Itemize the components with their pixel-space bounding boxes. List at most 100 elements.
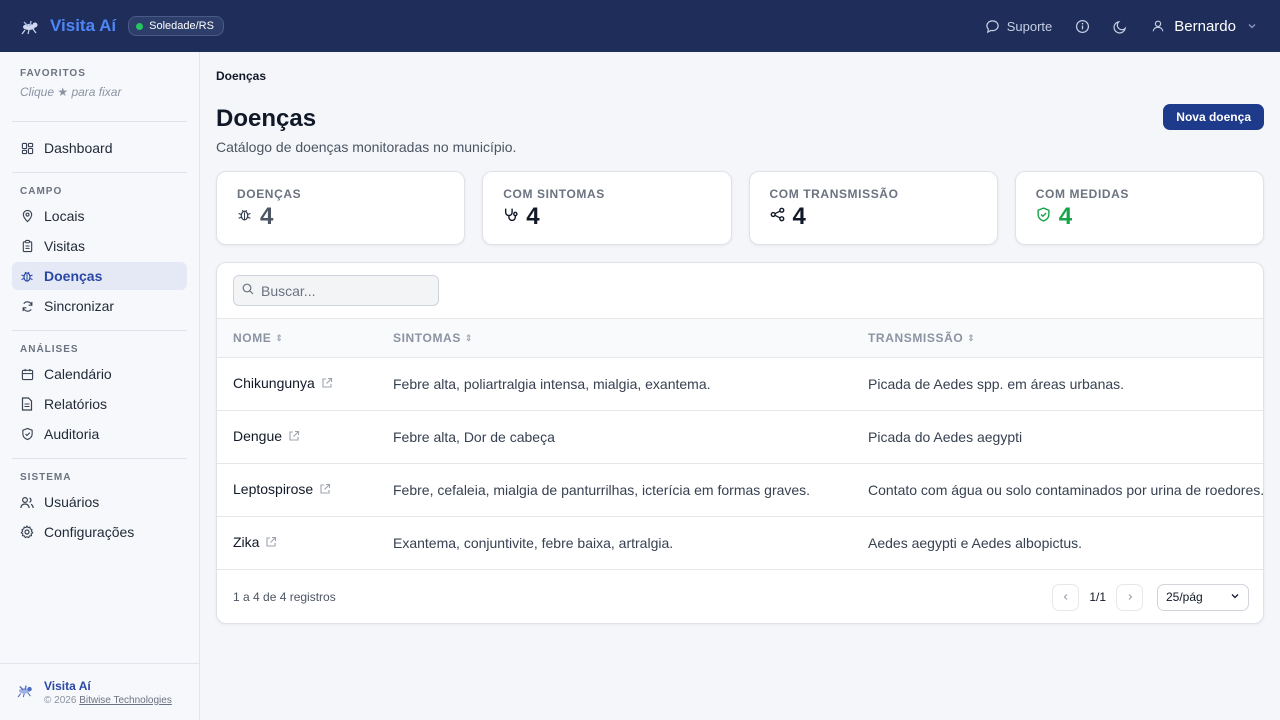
sidebar-item-usuarios[interactable]: Usuários <box>12 488 187 516</box>
map-pin-icon <box>20 209 34 223</box>
sidebar-item-label: Relatórios <box>44 396 108 412</box>
diseases-table-card: NOME⇕ SINTOMAS⇕ TRANSMISSÃO⇕ Chikungunya… <box>216 262 1264 624</box>
per-page-select[interactable]: 25/pág <box>1157 583 1249 611</box>
section-label-sistema: SISTEMA <box>20 472 72 483</box>
mosquito-logo-icon <box>20 15 42 37</box>
calendar-icon <box>20 367 34 381</box>
chevron-right-icon <box>1128 594 1132 600</box>
diseases-table: NOME ⇕ SINTOMAS ⇕ TRANSMISSÃO ⇕ Chikungunya… <box>217 319 1263 570</box>
brand[interactable]: Visita Aí Soledade/RS <box>20 15 224 37</box>
grid-icon <box>20 141 34 155</box>
sidebar-item-label: Dashboard <box>44 140 113 156</box>
external-link-icon[interactable] <box>265 535 277 551</box>
page-title: Doenças <box>216 105 317 132</box>
user-menu[interactable]: Bernardo <box>1150 18 1260 35</box>
users-icon <box>20 495 34 509</box>
chevron-down-icon <box>1230 590 1240 604</box>
search-icon <box>242 282 254 300</box>
chat-bubble-icon <box>985 18 1001 34</box>
sort-icon: ⇕ <box>967 333 976 344</box>
stats-row: DOENÇAS 4 COM SINTOMAS 4 COM TRANSMISSÃO <box>216 171 1264 245</box>
sidebar-divider <box>12 330 187 331</box>
sidebar-item-dashboard[interactable]: Dashboard <box>12 134 187 162</box>
chevron-left-icon <box>1063 594 1068 600</box>
external-link-icon[interactable] <box>321 376 333 392</box>
column-label: TRANSMISSÃO <box>868 330 964 345</box>
search-input[interactable] <box>261 282 431 299</box>
breadcrumb[interactable]: Doenças <box>216 69 1264 83</box>
table-row[interactable]: Dengue Febre alta, Dor de cabeça Picada … <box>217 410 1263 464</box>
bug-icon <box>237 207 252 227</box>
moon-icon[interactable] <box>1112 18 1128 34</box>
disease-name-cell[interactable]: Chikungunya <box>217 357 377 411</box>
sidebar-item-configuracoes[interactable]: Configurações <box>12 518 187 546</box>
next-page-button[interactable] <box>1116 583 1143 611</box>
sidebar: FAVORITOS Clique ★ para fixar Dashboard … <box>0 52 200 720</box>
user-icon <box>1150 18 1166 34</box>
column-header-sintomas[interactable]: SINTOMAS ⇕ <box>377 319 852 358</box>
copyright-text: © 2026 <box>44 694 77 706</box>
table-row[interactable]: Leptospirose Febre, cefaleia, mialgia de… <box>217 463 1263 517</box>
clipboard-icon <box>20 239 34 253</box>
page-indicator: 1/1 <box>1089 590 1106 604</box>
stat-card-com-transmissao: COM TRANSMISSÃO 4 <box>748 171 998 245</box>
sidebar-divider <box>12 172 187 173</box>
favorites-hint: Clique ★ para fixar <box>20 85 122 99</box>
record-count: 1 a 4 de 4 registros <box>233 590 336 604</box>
sidebar-item-label: Visitas <box>44 238 85 254</box>
table-row[interactable]: Zika Exantema, conjuntivite, febre baixa… <box>217 516 1263 570</box>
stat-label: COM MEDIDAS <box>1035 187 1130 201</box>
online-status-dot <box>136 22 144 30</box>
main-content: Doenças Doenças Nova doença Catálogo de … <box>216 52 1264 624</box>
user-name: Bernardo <box>1174 17 1236 35</box>
search-box[interactable] <box>233 275 439 306</box>
column-header-nome[interactable]: NOME ⇕ <box>217 319 377 358</box>
page-subtitle: Catálogo de doenças monitoradas no munic… <box>216 139 517 155</box>
sidebar-item-label: Sincronizar <box>44 298 115 314</box>
stat-label: COM TRANSMISSÃO <box>769 187 899 201</box>
sidebar-item-label: Calendário <box>44 366 112 382</box>
favorites-label: FAVORITOS <box>20 68 86 79</box>
sidebar-footer: Visita Aí © 2026 Bitwise Technologies <box>0 663 199 720</box>
disease-name-cell[interactable]: Leptospirose <box>217 463 377 517</box>
sidebar-item-label: Configurações <box>44 524 135 540</box>
transmission-cell: Contato com água ou solo contaminados po… <box>852 463 1263 517</box>
chevron-down-icon <box>1244 18 1260 34</box>
external-link-icon[interactable] <box>319 482 331 498</box>
new-disease-button[interactable]: Nova doença <box>1163 104 1264 130</box>
disease-name: Dengue <box>233 428 283 444</box>
sidebar-item-doencas[interactable]: Doenças <box>12 262 187 290</box>
sidebar-item-locais[interactable]: Locais <box>12 202 187 230</box>
city-badge[interactable]: Soledade/RS <box>128 16 224 36</box>
transmission-cell: Picada do Aedes aegypti <box>852 410 1263 464</box>
stat-label: COM SINTOMAS <box>503 187 605 201</box>
share-icon <box>770 207 785 227</box>
disease-name-cell[interactable]: Dengue <box>217 410 377 464</box>
support-link[interactable]: Suporte <box>985 18 1052 34</box>
app-name: Visita Aí <box>50 16 117 35</box>
column-label: SINTOMAS <box>393 330 461 345</box>
sidebar-item-label: Locais <box>44 208 85 224</box>
table-row[interactable]: Chikungunya Febre alta, poliartralgia in… <box>217 357 1263 411</box>
stat-value: 4 <box>526 203 540 230</box>
sidebar-divider <box>12 458 187 459</box>
info-icon[interactable] <box>1074 18 1090 34</box>
stat-value: 4 <box>1058 203 1073 230</box>
sidebar-item-sincronizar[interactable]: Sincronizar <box>12 292 187 320</box>
transmission-cell: Picada de Aedes spp. em áreas urbanas. <box>852 357 1263 411</box>
stat-card-doencas: DOENÇAS 4 <box>216 171 466 245</box>
sort-icon: ⇕ <box>275 333 284 344</box>
disease-name: Zika <box>233 534 260 550</box>
disease-name-cell[interactable]: Zika <box>217 516 377 570</box>
prev-page-button[interactable] <box>1052 583 1080 611</box>
external-link-icon[interactable] <box>288 429 300 445</box>
sidebar-divider <box>12 121 187 122</box>
sidebar-item-relatorios[interactable]: Relatórios <box>12 390 187 418</box>
company-link[interactable]: Bitwise Technologies <box>79 695 172 706</box>
symptoms-cell: Exantema, conjuntivite, febre baixa, art… <box>377 516 852 570</box>
sidebar-item-visitas[interactable]: Visitas <box>12 232 187 260</box>
sidebar-item-auditoria[interactable]: Auditoria <box>12 420 187 448</box>
sidebar-item-calendario[interactable]: Calendário <box>12 360 187 388</box>
pagination-bar: 1 a 4 de 4 registros 1/1 25/pág <box>217 571 1263 623</box>
column-header-transmissao[interactable]: TRANSMISSÃO ⇕ <box>852 319 1263 358</box>
